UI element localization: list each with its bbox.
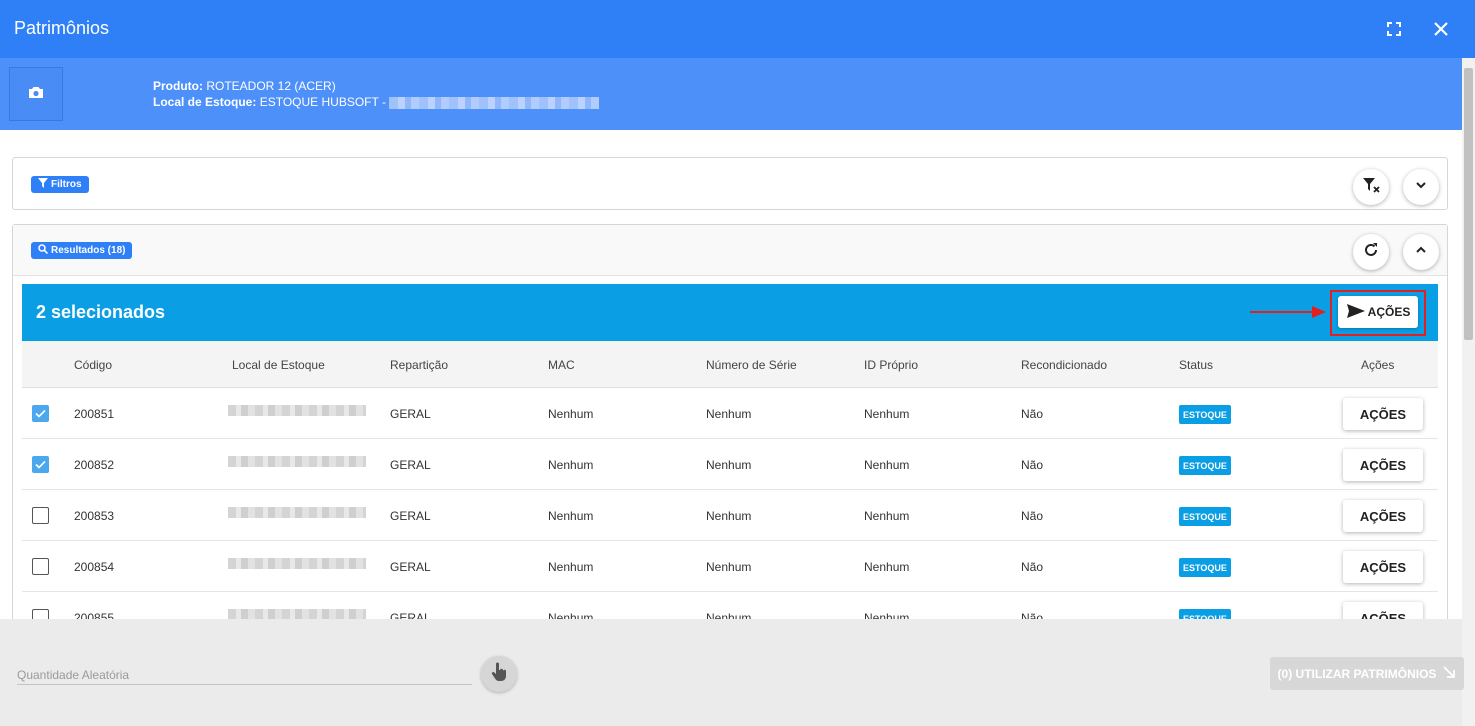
red-arrow-icon [1248, 304, 1328, 325]
filters-chip-label: Filtros [51, 179, 82, 190]
col-codigo[interactable]: Código [74, 358, 112, 372]
filter-clear-icon [1361, 175, 1381, 200]
use-assets-button[interactable]: (0) UTILIZAR PATRIMÔNIOS [1270, 657, 1464, 690]
produto-label: Produto: [153, 79, 203, 93]
cell-serie: Nenhum [706, 560, 752, 574]
camera-icon [28, 85, 44, 104]
redacted-text [389, 96, 600, 109]
cell-serie: Nenhum [706, 458, 752, 472]
footer-bar: (0) UTILIZAR PATRIMÔNIOS [0, 619, 1464, 726]
table-header: Código Local de Estoque Repartição MAC N… [22, 341, 1438, 388]
row-checkbox[interactable] [32, 507, 49, 524]
local-label: Local de Estoque: [153, 95, 257, 109]
redacted-text [228, 405, 366, 416]
cell-serie: Nenhum [706, 407, 752, 421]
results-header [13, 225, 1447, 276]
results-chip-label: Resultados (18) [51, 245, 126, 256]
col-recondicionado[interactable]: Recondicionado [1021, 358, 1107, 372]
bulk-actions-label: AÇÕES [1367, 305, 1411, 319]
window-title: Patrimônios [14, 18, 110, 38]
col-acoes: Ações [1361, 358, 1395, 372]
row-checkbox[interactable] [32, 456, 49, 473]
local-value: ESTOQUE HUBSOFT - [259, 95, 386, 109]
pointer-hand-icon [490, 662, 508, 687]
filters-chip[interactable]: Filtros [31, 176, 89, 193]
window-titlebar: Patrimônios [0, 0, 1475, 58]
row-actions-button[interactable]: AÇÕES [1343, 551, 1423, 583]
redacted-text [228, 456, 366, 467]
cell-serie: Nenhum [706, 509, 752, 523]
scrollbar-thumb[interactable] [1464, 68, 1473, 340]
table-row[interactable]: 200851 GERAL Nenhum Nenhum Nenhum Não ES… [22, 388, 1438, 439]
refresh-icon [1362, 241, 1380, 264]
status-badge: ESTOQUE [1179, 456, 1231, 475]
product-info-bar: Produto: ROTEADOR 12 (ACER) Local de Est… [0, 58, 1462, 130]
selection-bar: 2 selecionados AÇÕES [22, 284, 1438, 341]
cell-id-proprio: Nenhum [864, 509, 910, 523]
cell-recondicionado: Não [1021, 560, 1044, 574]
use-assets-label: (0) UTILIZAR PATRIMÔNIOS [1277, 666, 1437, 681]
cell-mac: Nenhum [548, 407, 594, 421]
collapse-results-button[interactable] [1403, 234, 1439, 270]
random-pick-button[interactable] [481, 656, 517, 692]
col-reparticao[interactable]: Repartição [390, 358, 448, 372]
search-icon [38, 244, 49, 257]
chevron-down-icon [1414, 178, 1428, 197]
cell-mac: Nenhum [548, 509, 594, 523]
table-row[interactable]: 200854 GERAL Nenhum Nenhum Nenhum Não ES… [22, 541, 1438, 592]
filters-panel: Filtros [12, 157, 1448, 210]
status-badge: ESTOQUE [1179, 558, 1231, 577]
send-icon [1346, 303, 1366, 322]
table-row[interactable]: 200852 GERAL Nenhum Nenhum Nenhum Não ES… [22, 439, 1438, 490]
scrollbar[interactable] [1462, 58, 1475, 726]
table-row[interactable]: 200853 GERAL Nenhum Nenhum Nenhum Não ES… [22, 490, 1438, 541]
cell-mac: Nenhum [548, 458, 594, 472]
cell-id-proprio: Nenhum [864, 458, 910, 472]
row-checkbox[interactable] [32, 405, 49, 422]
cell-codigo: 200852 [74, 458, 115, 472]
col-numero-serie[interactable]: Número de Série [706, 358, 797, 372]
col-status[interactable]: Status [1179, 358, 1213, 372]
redacted-text [228, 507, 366, 518]
cell-recondicionado: Não [1021, 407, 1044, 421]
row-checkbox[interactable] [32, 558, 49, 575]
filter-icon [38, 178, 48, 191]
cell-codigo: 200853 [74, 509, 115, 523]
fullscreen-icon[interactable] [1383, 18, 1405, 40]
cell-reparticao: GERAL [390, 560, 431, 574]
cell-reparticao: GERAL [390, 458, 431, 472]
cell-codigo: 200854 [74, 560, 115, 574]
refresh-button[interactable] [1353, 234, 1389, 270]
cell-recondicionado: Não [1021, 509, 1044, 523]
cell-id-proprio: Nenhum [864, 560, 910, 574]
row-actions-button[interactable]: AÇÕES [1343, 398, 1423, 430]
status-badge: ESTOQUE [1179, 507, 1231, 526]
col-mac[interactable]: MAC [548, 358, 575, 372]
row-actions-button[interactable]: AÇÕES [1343, 449, 1423, 481]
redacted-text [228, 558, 366, 569]
cell-reparticao: GERAL [390, 407, 431, 421]
product-photo[interactable] [9, 67, 63, 121]
cell-codigo: 200851 [74, 407, 115, 421]
bulk-actions-button[interactable]: AÇÕES [1338, 296, 1418, 328]
product-line: Produto: ROTEADOR 12 (ACER) [153, 79, 336, 93]
close-icon[interactable] [1430, 18, 1452, 40]
cell-id-proprio: Nenhum [864, 407, 910, 421]
expand-filters-button[interactable] [1403, 169, 1439, 205]
stock-location-line: Local de Estoque: ESTOQUE HUBSOFT - [153, 95, 600, 109]
status-badge: ESTOQUE [1179, 405, 1231, 424]
quantity-input[interactable] [17, 665, 472, 685]
chevron-up-icon [1414, 243, 1428, 262]
cell-recondicionado: Não [1021, 458, 1044, 472]
results-chip[interactable]: Resultados (18) [31, 242, 133, 259]
produto-value: ROTEADOR 12 (ACER) [206, 79, 336, 93]
arrow-down-right-icon [1442, 665, 1456, 682]
selection-count: 2 selecionados [36, 302, 166, 322]
row-actions-button[interactable]: AÇÕES [1343, 500, 1423, 532]
col-local-estoque[interactable]: Local de Estoque [232, 358, 325, 372]
cell-reparticao: GERAL [390, 509, 431, 523]
col-id-proprio[interactable]: ID Próprio [864, 358, 918, 372]
clear-filters-button[interactable] [1353, 169, 1389, 205]
cell-mac: Nenhum [548, 560, 594, 574]
